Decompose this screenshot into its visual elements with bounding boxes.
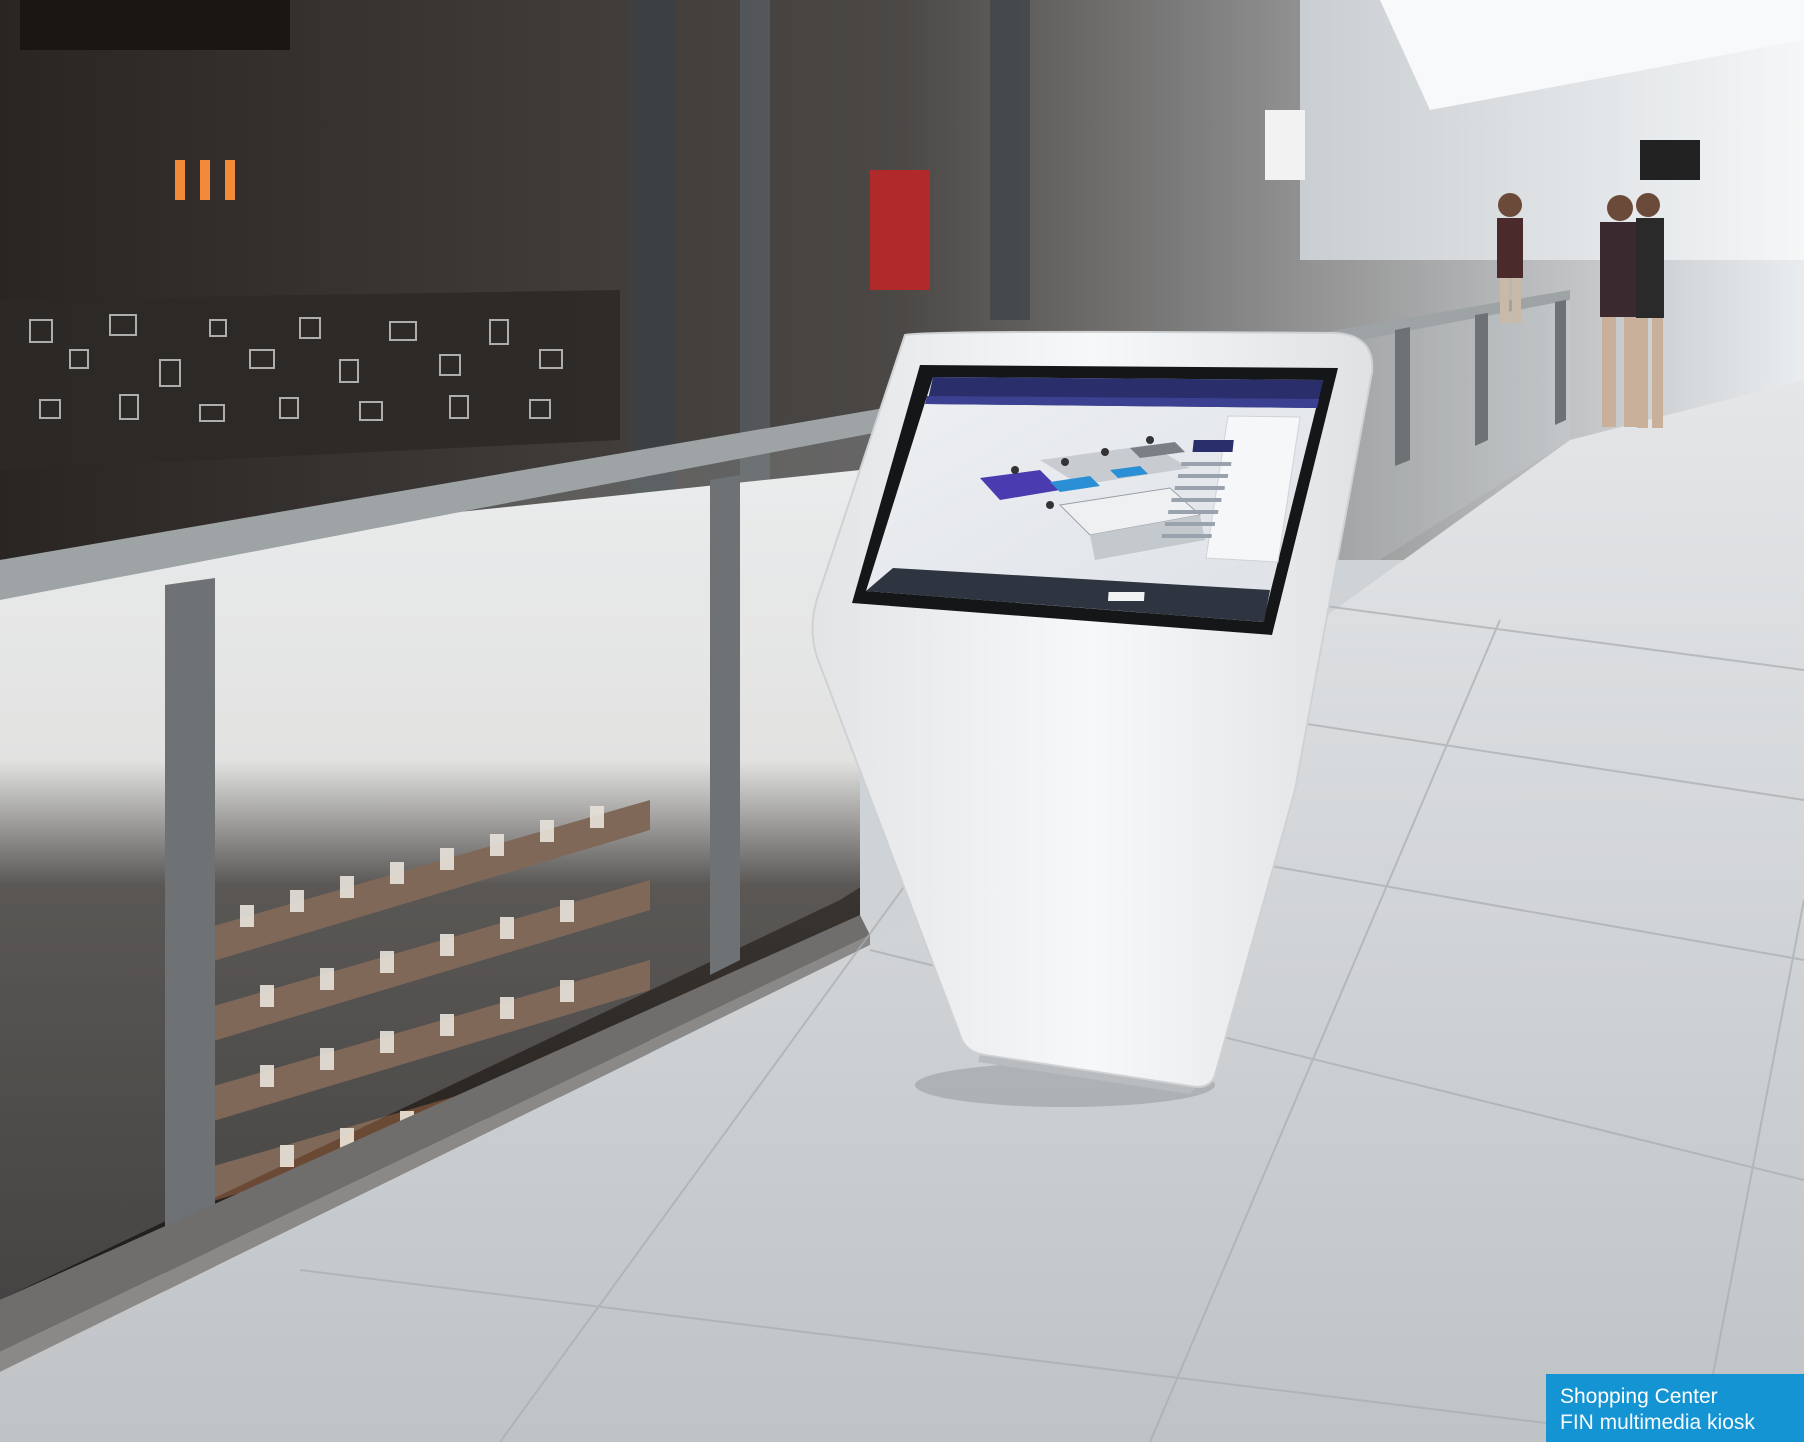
mall-photo-scene	[0, 0, 1804, 1442]
mall-photo-illustration	[0, 0, 1804, 1442]
caption-title: Shopping Center	[1560, 1385, 1718, 1408]
caption-subtitle: FIN multimedia kiosk	[1560, 1411, 1755, 1434]
caption-badge: Shopping Center FIN multimedia kiosk	[1546, 1374, 1804, 1442]
